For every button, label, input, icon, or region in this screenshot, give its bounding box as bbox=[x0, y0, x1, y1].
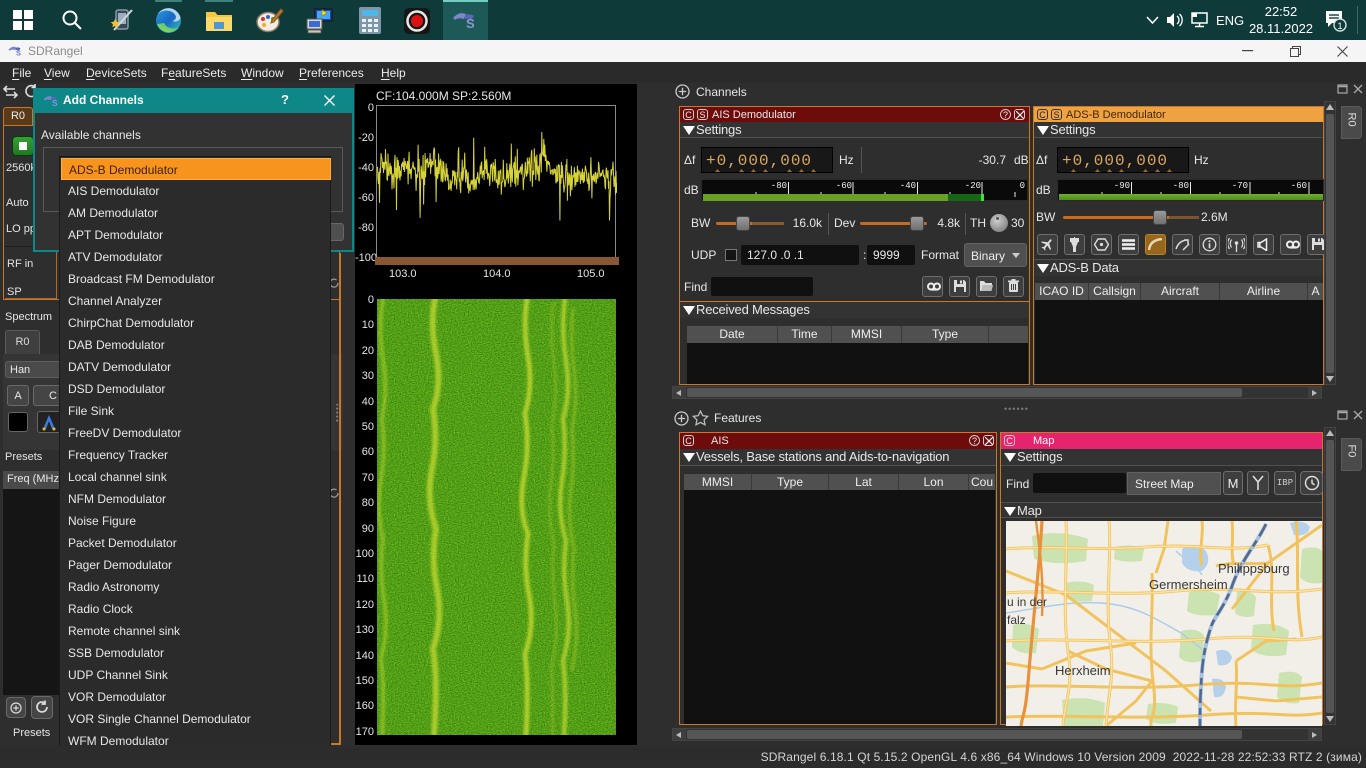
svg-text:Philippsburg: Philippsburg bbox=[1218, 561, 1290, 576]
svg-text:S: S bbox=[466, 16, 475, 30]
svg-text:S: S bbox=[16, 48, 21, 57]
svg-text:falz: falz bbox=[1007, 613, 1026, 627]
svg-text:Herxheim: Herxheim bbox=[1055, 663, 1111, 678]
svg-text:Germersheim: Germersheim bbox=[1149, 577, 1228, 592]
svg-text:1: 1 bbox=[1337, 21, 1342, 31]
svg-text:S: S bbox=[52, 98, 58, 108]
svg-text:u in der: u in der bbox=[1007, 595, 1047, 609]
